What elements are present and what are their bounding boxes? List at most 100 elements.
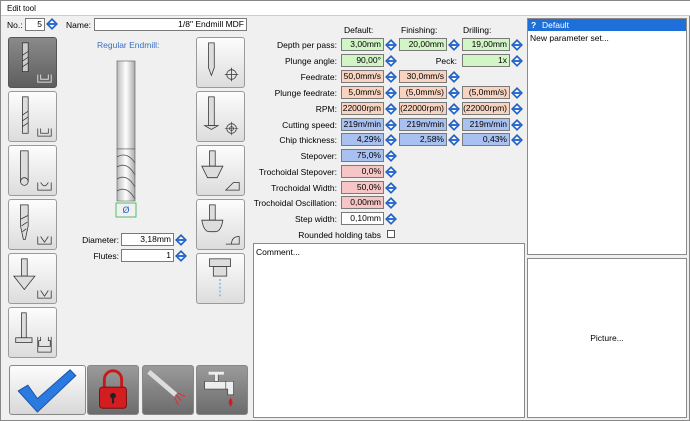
rpm-finishing-stepper[interactable] [448,103,460,115]
peck-stepper[interactable] [511,55,523,67]
depth-finishing-field[interactable]: 20,00mm [399,38,447,51]
depth-default-field[interactable]: 3,00mm [341,38,384,51]
rpm-drilling-field[interactable]: (22000rpm) [462,102,510,115]
stepover-stepper[interactable] [385,150,397,162]
lock-button[interactable] [87,365,139,415]
coolant-nozzle-button[interactable] [196,253,245,304]
plunge-feedrate-drilling-stepper[interactable] [511,87,523,99]
window-title: Edit tool [7,4,36,13]
feedrate-finishing-stepper[interactable] [448,71,460,83]
spray-coolant-button[interactable] [142,365,194,415]
parameter-set-default-label: Default [542,20,569,30]
flat-endmill-long-button[interactable] [8,91,57,142]
diameter-field[interactable]: 3,18mm [121,233,174,246]
tool-number-label: No.: [7,20,23,30]
trochoidal-width-stepper[interactable] [385,182,397,194]
tslot-cutter-button[interactable] [8,307,57,358]
depth-finishing-stepper[interactable] [448,39,460,51]
picture-box[interactable]: Picture... [527,258,687,418]
parameter-set-default-row[interactable]: ? Default [528,19,686,31]
tool-type-label: Regular Endmill: [97,40,160,50]
ballnose-button[interactable] [8,145,57,196]
flutes-label: Flutes: [93,251,119,261]
rpm-label: RPM: [315,104,337,114]
depth-default-stepper[interactable] [385,39,397,51]
plunge-angle-label: Plunge angle: [285,56,337,66]
comment-placeholder: Comment... [256,247,300,257]
rpm-default-field[interactable]: 22000rpm [341,102,384,115]
tool-number-field[interactable]: 5 [25,18,45,31]
stepover-label: Stepover: [300,151,337,161]
chip-thickness-default-field[interactable]: 4,29% [341,133,384,146]
plunge-feedrate-label: Plunge feedrate: [274,88,337,98]
feedrate-default-field[interactable]: 50,0mm/s [341,70,384,83]
column-drilling-header: Drilling: [463,25,492,35]
cutting-speed-drilling-stepper[interactable] [511,119,523,131]
stepover-field[interactable]: 75,0% [341,149,384,162]
vbit-button[interactable] [8,253,57,304]
step-width-label: Step width: [294,214,337,224]
rpm-finishing-field[interactable]: (22000rpm) [399,102,447,115]
plunge-feedrate-default-stepper[interactable] [385,87,397,99]
rounded-tabs-label: Rounded holding tabs [298,230,381,240]
chip-thickness-drilling-field[interactable]: 0,43% [462,133,510,146]
column-default-header: Default: [344,25,374,35]
chip-thickness-finishing-stepper[interactable] [448,134,460,146]
diameter-symbol: Ø [122,205,129,216]
plunge-feedrate-finishing-field[interactable]: (5,0mm/s) [399,86,447,99]
title-bar: Edit tool [1,1,690,16]
plunge-angle-stepper[interactable] [385,55,397,67]
tapered-mill-button[interactable] [8,199,57,250]
depth-drilling-stepper[interactable] [511,39,523,51]
depth-per-pass-label: Depth per pass: [276,40,337,50]
step-width-stepper[interactable] [385,213,397,225]
cutting-speed-label: Cutting speed: [282,120,337,130]
trochoidal-oscillation-label: Trochoidal Oscillation: [253,198,337,208]
engraver-button[interactable] [196,37,245,88]
trochoidal-oscillation-field[interactable]: 0,00mm [341,196,384,209]
plunge-feedrate-default-field[interactable]: 5,0mm/s [341,86,384,99]
trochoidal-oscillation-stepper[interactable] [385,197,397,209]
plunge-angle-field[interactable]: 90,00° [341,54,384,67]
tool-name-field[interactable]: 1/8" Endmill MDF [94,18,247,31]
step-width-field[interactable]: 0,10mm [341,212,384,225]
feedrate-default-stepper[interactable] [385,71,397,83]
flutes-stepper[interactable] [175,250,187,262]
trochoidal-width-label: Trochoidal Width: [271,183,337,193]
new-parameter-set-item[interactable]: New parameter set... [530,33,609,43]
comment-box[interactable]: Comment... [253,243,525,418]
cutting-speed-drilling-field[interactable]: 219m/min [462,118,510,131]
rounded-tabs-checkbox[interactable] [387,230,395,238]
tool-number-stepper[interactable] [46,18,58,30]
feedrate-label: Feedrate: [300,72,337,82]
plunge-feedrate-finishing-stepper[interactable] [448,87,460,99]
chip-thickness-drilling-stepper[interactable] [511,134,523,146]
chip-thickness-finishing-field[interactable]: 2,58% [399,133,447,146]
water-tap-button[interactable] [196,365,248,415]
column-finishing-header: Finishing: [401,25,438,35]
trochoidal-width-field[interactable]: 50,0% [341,181,384,194]
rpm-drilling-stepper[interactable] [511,103,523,115]
flutes-field[interactable]: 1 [121,249,174,262]
chip-thickness-label: Chip thickness: [279,135,337,145]
plunge-feedrate-drilling-field[interactable]: (5,0mm/s) [462,86,510,99]
ok-button[interactable] [9,365,86,415]
cutting-speed-default-field[interactable]: 219m/min [341,118,384,131]
cutting-speed-finishing-stepper[interactable] [448,119,460,131]
rpm-default-stepper[interactable] [385,103,397,115]
diameter-label: Diameter: [82,235,119,245]
flat-endmill-button[interactable] [8,37,57,88]
peck-field[interactable]: 1x [462,54,510,67]
feedrate-finishing-field[interactable]: 30,0mm/s [399,70,447,83]
diameter-stepper[interactable] [175,234,187,246]
cutting-speed-default-stepper[interactable] [385,119,397,131]
help-icon: ? [531,20,537,30]
chip-thickness-default-stepper[interactable] [385,134,397,146]
drill-button[interactable] [196,91,245,142]
cutting-speed-finishing-field[interactable]: 219m/min [399,118,447,131]
picture-placeholder: Picture... [590,333,624,343]
trochoidal-stepover-stepper[interactable] [385,166,397,178]
trochoidal-stepover-field[interactable]: 0,0% [341,165,384,178]
peck-label: Peck: [435,56,457,66]
depth-drilling-field[interactable]: 19,00mm [462,38,510,51]
